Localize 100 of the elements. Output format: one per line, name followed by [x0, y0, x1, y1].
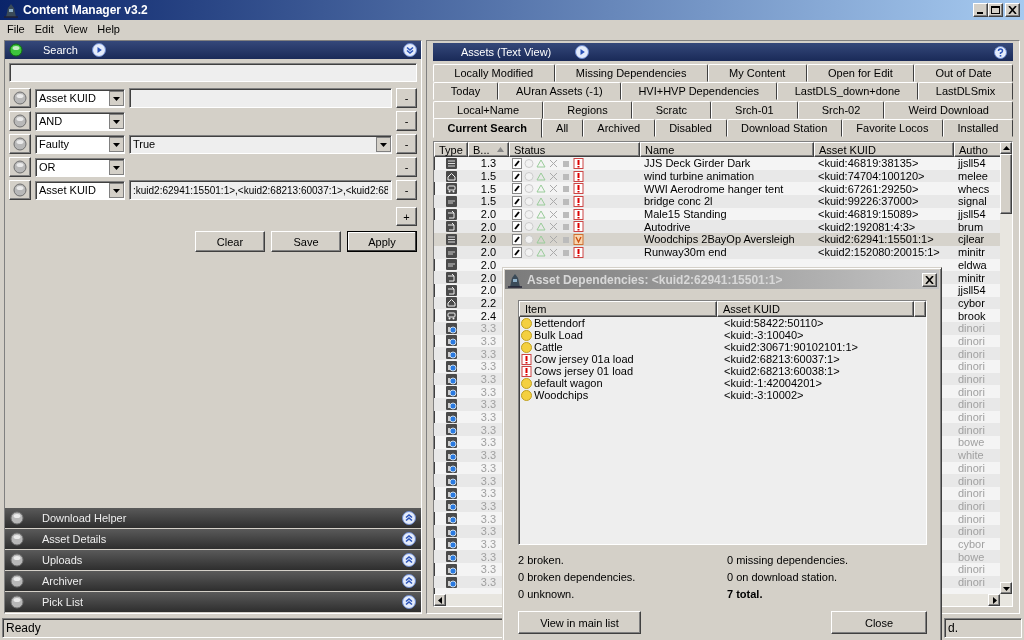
item-kuid: <kuid:-1:42004201> [723, 377, 823, 389]
panel-title: Assets (Text View) [461, 46, 552, 58]
table-cell-text: 1.5 [479, 182, 498, 195]
table-cell-text: 2.0 [479, 233, 498, 246]
table-cell-text: whecs [957, 182, 991, 195]
table-cell-text: Woodchips 2BayOp Aversleigh [643, 233, 796, 246]
table-cell-text: dinori [957, 334, 986, 347]
table-cell-text: 3.3 [479, 373, 498, 386]
table-cell-text: dinori [957, 385, 986, 398]
table-cell-text: dinori [957, 576, 986, 589]
table-cell-text: dinori [957, 499, 986, 512]
table-cell-text: 3.3 [479, 322, 498, 335]
summary-text: 0 unknown. [518, 588, 576, 600]
item-name: Cattle [534, 341, 563, 353]
item-kuid: <kuid2:30671:90102101:1> [723, 341, 859, 353]
item-name: Cow jersey 01a load [534, 353, 634, 365]
table-cell-text: eldwa [957, 258, 988, 271]
item-kuid: <kuid:58422:50110> [723, 317, 825, 329]
status-text: d. [948, 621, 958, 635]
table-cell-text: brook [957, 309, 987, 322]
table-cell-text: <kuid:74704:100120> [817, 170, 926, 183]
table-cell-text: wind turbine animation [643, 170, 756, 183]
table-cell-text: minitr [957, 271, 986, 284]
table-cell-text: 3.3 [479, 334, 498, 347]
table-cell-text: 3.3 [479, 423, 498, 436]
table-cell-text: 2.0 [479, 284, 498, 297]
table-cell-text: cybor [957, 537, 986, 550]
table-cell-text: 3.3 [479, 385, 498, 398]
item-kuid: <kuid2:68213:60037:1> [723, 353, 841, 365]
table-cell-text: jjsll54 [956, 157, 987, 170]
table-cell-text: <kuid2:62941:15501:1> [817, 233, 935, 246]
table-cell-text: 2.0 [479, 258, 498, 271]
table-cell-text: dinori [957, 373, 986, 386]
table-cell-text: dinori [957, 563, 986, 576]
table-cell-text: 3.3 [479, 487, 498, 500]
table-cell-text: minitr [957, 246, 986, 259]
item-name: Bulk Load [534, 329, 583, 341]
table-cell-text: signal [957, 195, 988, 208]
table-cell-text: 3.3 [479, 360, 498, 373]
table-cell-text: bowe [957, 436, 986, 449]
item-kuid: <kuid2:68213:60038:1> [723, 365, 841, 377]
table-cell-text: <kuid2:152080:20015:1> [817, 246, 941, 259]
table-cell-text: 3.3 [479, 436, 498, 449]
item-kuid: <kuid:-3:10040> [723, 329, 805, 341]
panel-title: Search [43, 44, 78, 56]
table-cell-text: <kuid:46819:38135> [817, 157, 920, 170]
table-cell-text: cybor [957, 296, 986, 309]
summary-text: 0 broken dependencies. [518, 571, 637, 583]
table-cell-text: 3.3 [479, 474, 498, 487]
table-cell-text: Autodrive [643, 220, 692, 233]
item-name: Bettendorf [534, 317, 585, 329]
table-cell-text: brum [957, 220, 985, 233]
table-cell-text: dinori [957, 512, 986, 525]
summary-text: 0 on download station. [727, 571, 839, 583]
table-cell-text: jjsll54 [956, 208, 987, 221]
table-cell-text: Male15 Standing [643, 208, 728, 221]
table-cell-text: <kuid2:192081:4:3> [817, 220, 917, 233]
table-cell-text: 3.3 [479, 461, 498, 474]
table-cell-text: dinori [957, 423, 986, 436]
table-cell-text: Runway30m end [643, 246, 728, 259]
table-cell-text: 3.3 [479, 576, 498, 589]
summary-text: 0 missing dependencies. [727, 554, 850, 566]
table-cell-text: 2.0 [479, 246, 498, 259]
table-cell-text: WWI Aerodrome hanger tent [643, 182, 785, 195]
item-name: Cows jersey 01 load [534, 365, 634, 377]
table-cell-text: 2.0 [479, 220, 498, 233]
table-cell-text: 2.2 [479, 296, 498, 309]
table-cell-text: 3.3 [479, 550, 498, 563]
table-cell-text: bridge conc 2l [643, 195, 714, 208]
table-cell-text: cjlear [957, 233, 986, 246]
table-cell-text: 3.3 [479, 537, 498, 550]
table-cell-text: dinori [957, 525, 986, 538]
table-cell-text: 2.0 [479, 271, 498, 284]
table-cell-text: 1.5 [479, 170, 498, 183]
table-cell-text: <kuid:46819:15089> [817, 208, 920, 221]
table-cell-text: dinori [957, 411, 986, 424]
table-cell-text: dinori [957, 474, 986, 487]
table-cell-text: 3.3 [479, 398, 498, 411]
table-cell-text: white [957, 449, 985, 462]
table-cell-text: 2.4 [479, 309, 498, 322]
table-cell-text: dinori [957, 461, 986, 474]
summary-text: 2 broken. [518, 554, 565, 566]
table-cell-text: dinori [957, 347, 986, 360]
table-cell-text: 1.5 [479, 195, 498, 208]
table-cell-text: dinori [957, 398, 986, 411]
table-cell-text: dinori [957, 487, 986, 500]
table-cell-text: <kuid:67261:29250> [817, 182, 920, 195]
window-title: Content Manager v3.2 [23, 3, 149, 17]
table-cell-text: 3.3 [479, 563, 498, 576]
table-cell-text: 3.3 [479, 499, 498, 512]
dialog-title: Asset Dependencies: <kuid2:62941:15501:1> [527, 272, 784, 287]
table-cell-text: melee [957, 170, 989, 183]
table-cell-text: 3.3 [479, 449, 498, 462]
table-cell-text: 3.3 [479, 512, 498, 525]
item-name: Woodchips [534, 389, 589, 401]
status-text: Ready [6, 621, 41, 635]
table-cell-text: jjsll54 [956, 284, 987, 297]
table-cell-text: 1.3 [479, 157, 498, 170]
table-cell-text: 3.3 [479, 525, 498, 538]
table-cell-text: JJS Deck Girder Dark [643, 157, 752, 170]
